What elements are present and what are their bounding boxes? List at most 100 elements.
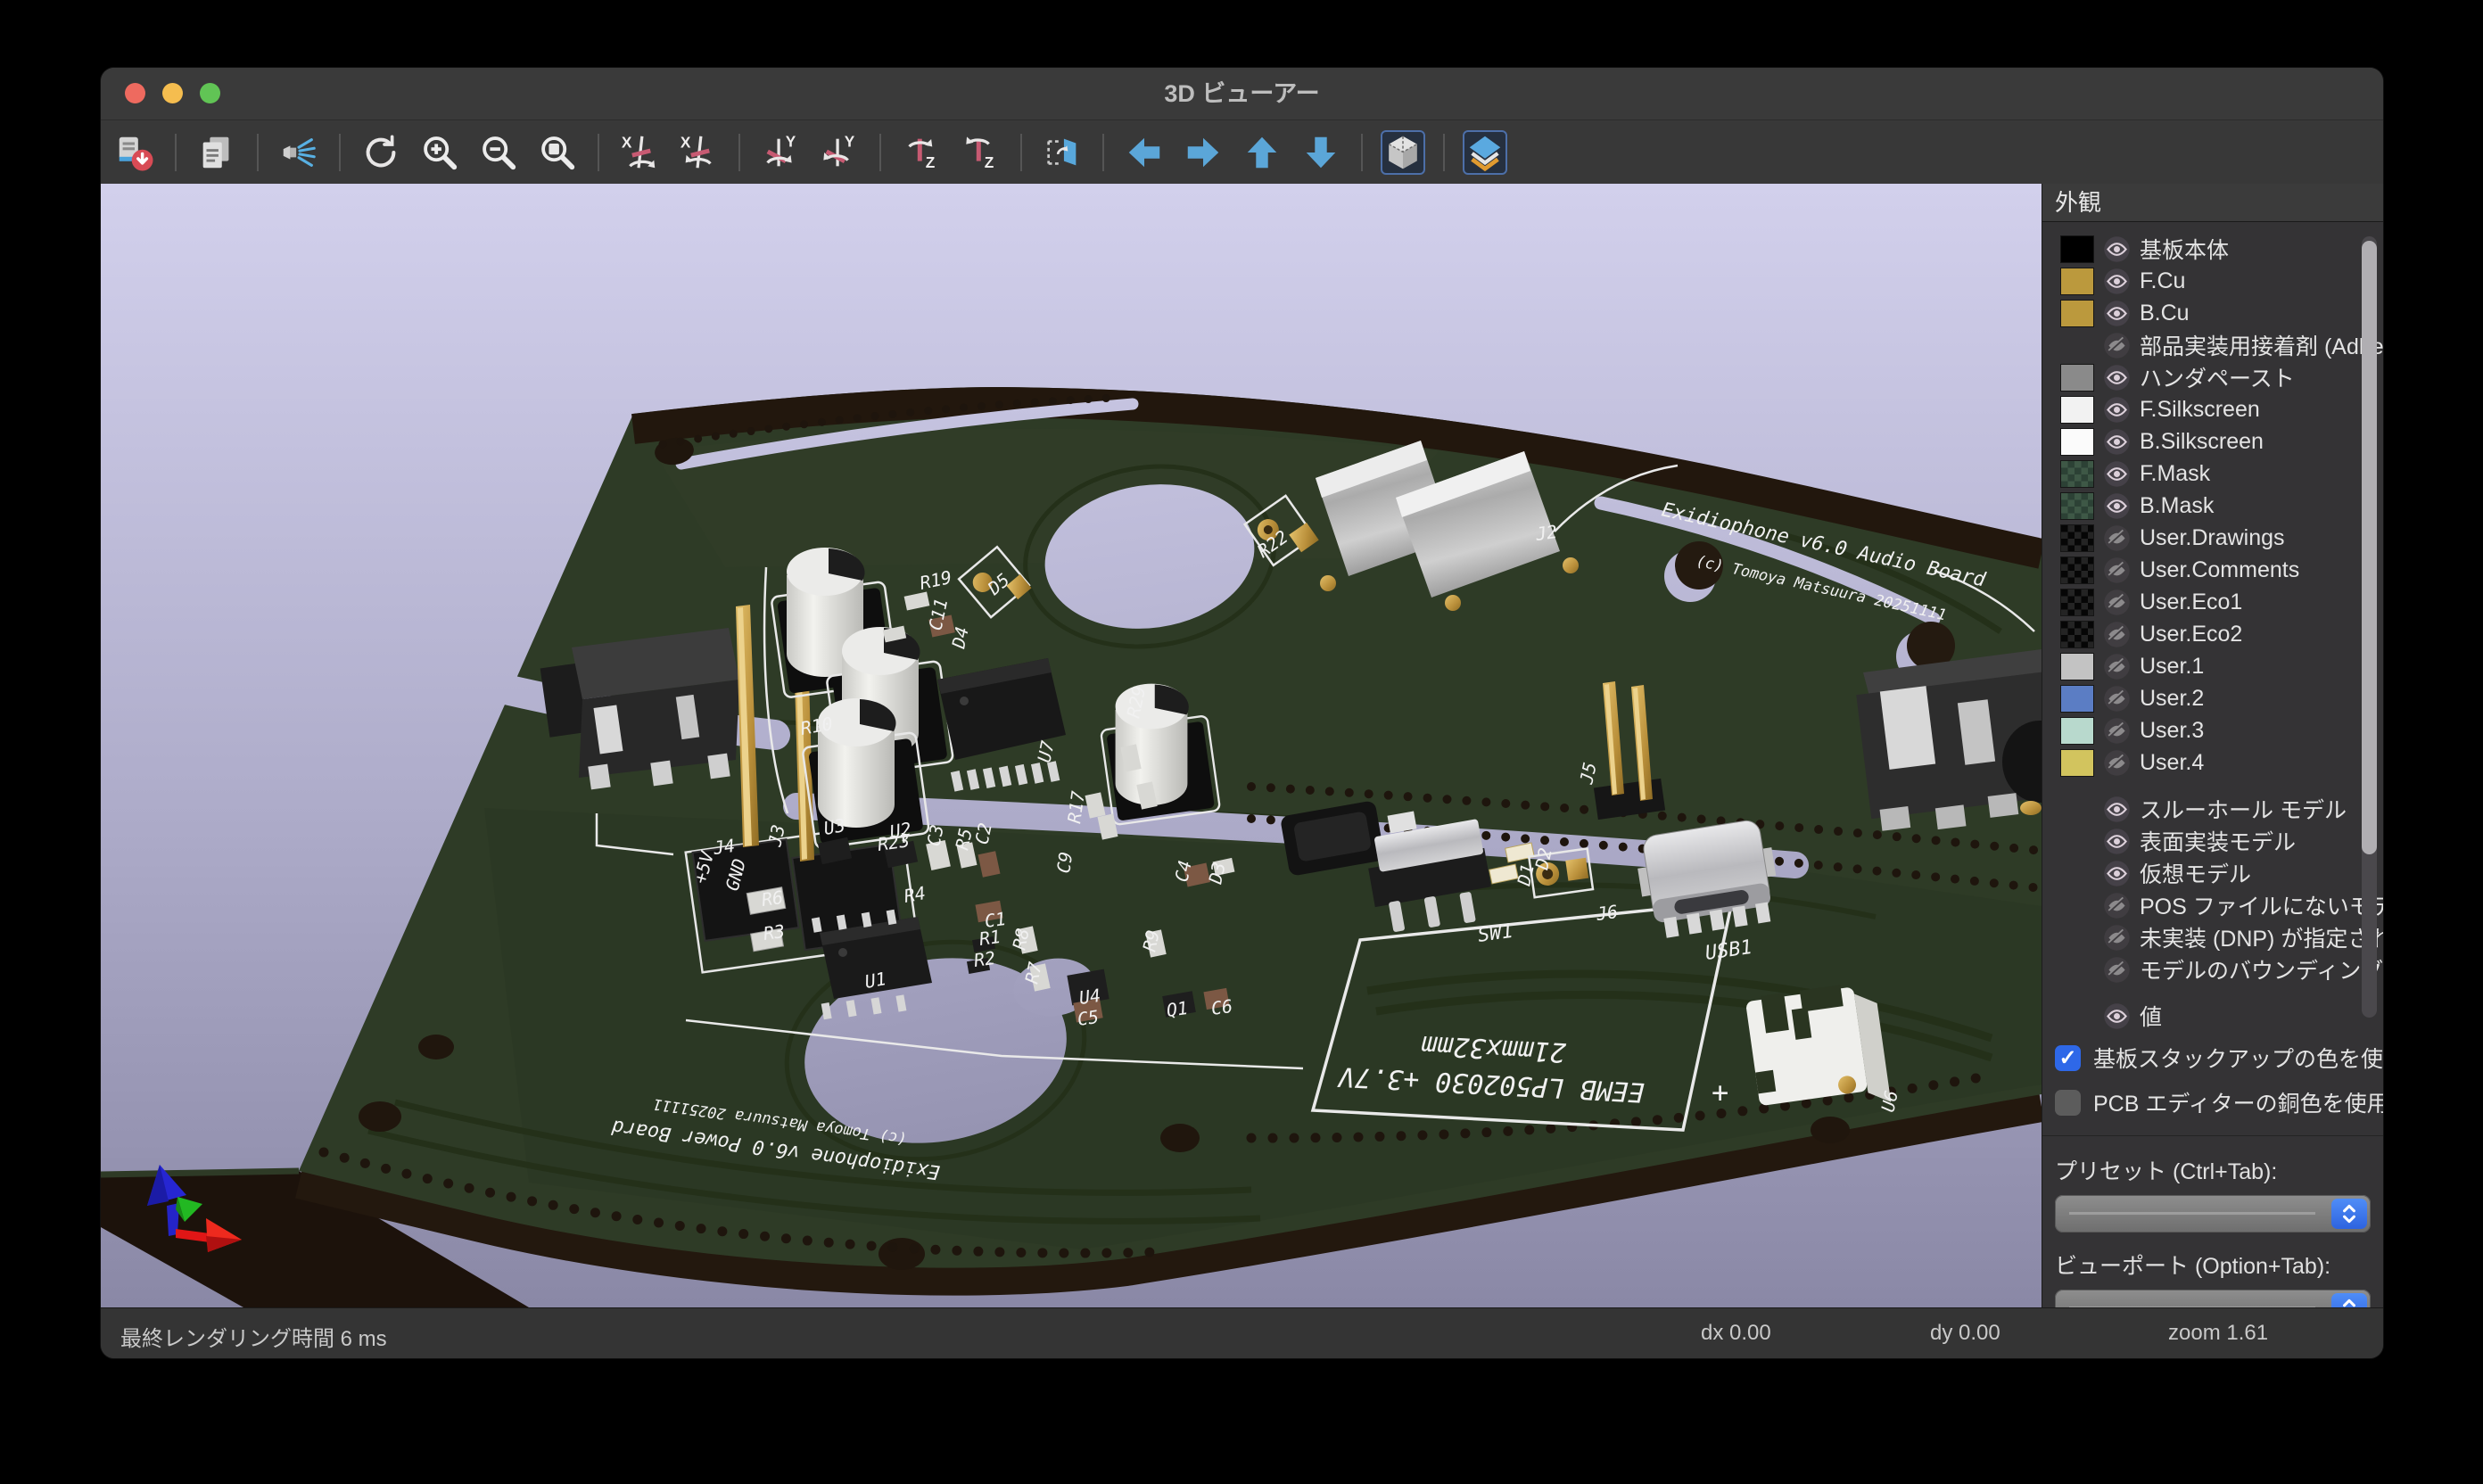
layer-color-swatch[interactable] [2060, 460, 2094, 488]
visibility-on-icon[interactable] [2103, 1002, 2131, 1030]
visibility-off-icon[interactable] [2103, 524, 2131, 552]
viewport-dropdown[interactable] [2055, 1290, 2371, 1307]
model-option-row-表面実装モデル[interactable]: 表面実装モデル [2042, 825, 2383, 857]
model-option-row-スルーホール モデル[interactable]: スルーホール モデル [2042, 793, 2383, 825]
layer-row-部品実装用接着剤 (Adhe[interactable]: 部品実装用接着剤 (Adhe [2042, 329, 2383, 361]
model-option-row-モデルのバウンディング[interactable]: モデルのバウンディング [2042, 953, 2383, 985]
layer-row-ハンダペースト[interactable]: ハンダペースト [2042, 361, 2383, 393]
visibility-on-icon[interactable] [2103, 268, 2131, 295]
layer-color-swatch[interactable] [2060, 621, 2094, 648]
layer-row-User.Eco2[interactable]: User.Eco2 [2042, 618, 2383, 650]
layer-row-User.Drawings[interactable]: User.Drawings [2042, 522, 2383, 554]
stepper-icon[interactable] [2331, 1293, 2367, 1307]
visibility-off-icon[interactable] [2103, 892, 2131, 919]
layer-row-User.Eco1[interactable]: User.Eco1 [2042, 586, 2383, 618]
rotate-x-cw-button[interactable]: X [617, 130, 662, 175]
visibility-on-icon[interactable] [2103, 492, 2131, 520]
rotate-z-cw-button[interactable]: Z [899, 130, 944, 175]
ref-label-R3: R3 [762, 920, 786, 944]
zoom-out-icon [478, 132, 519, 173]
layer-color-swatch[interactable] [2060, 717, 2094, 745]
visibility-on-icon[interactable] [2103, 364, 2131, 392]
render-current-view-button[interactable] [276, 130, 321, 175]
preset-dropdown[interactable] [2055, 1195, 2371, 1233]
layer-row-基板本体[interactable]: 基板本体 [2042, 233, 2383, 265]
visibility-off-icon[interactable] [2103, 685, 2131, 713]
visibility-off-icon[interactable] [2103, 621, 2131, 648]
visibility-off-icon[interactable] [2103, 717, 2131, 745]
layer-color-swatch[interactable] [2060, 524, 2094, 552]
visibility-off-icon[interactable] [2103, 589, 2131, 616]
layer-row-User.1[interactable]: User.1 [2042, 650, 2383, 682]
layer-color-swatch[interactable] [2060, 300, 2094, 327]
move-down-button[interactable] [1299, 130, 1343, 175]
layer-color-swatch[interactable] [2060, 268, 2094, 295]
visibility-on-icon[interactable] [2103, 860, 2131, 887]
redraw-button[interactable] [359, 130, 403, 175]
layer-list: 基板本体F.CuB.Cu部品実装用接着剤 (AdheハンダペーストF.Silks… [2042, 222, 2383, 1035]
move-right-button[interactable] [1181, 130, 1225, 175]
zoom-in-button[interactable] [417, 130, 462, 175]
ref-label-D4: D4 [947, 624, 973, 651]
ref-label-C3: C3 [922, 822, 947, 848]
visibility-off-icon[interactable] [2103, 749, 2131, 777]
layer-row-B.Mask[interactable]: B.Mask [2042, 490, 2383, 522]
layer-row-F.Silkscreen[interactable]: F.Silkscreen [2042, 393, 2383, 425]
layer-color-swatch[interactable] [2060, 492, 2094, 520]
layer-row-F.Mask[interactable]: F.Mask [2042, 458, 2383, 490]
appearance-panel-toggle[interactable] [1463, 130, 1507, 175]
copy-image-button[interactable] [194, 130, 239, 175]
visibility-on-icon[interactable] [2103, 300, 2131, 327]
model-option-row-未実装 (DNP) が指定され[interactable]: 未実装 (DNP) が指定され [2042, 921, 2383, 953]
visibility-on-icon[interactable] [2103, 460, 2131, 488]
layer-row-User.Comments[interactable]: User.Comments [2042, 554, 2383, 586]
visibility-off-icon[interactable] [2103, 653, 2131, 680]
zoom-fit-button[interactable] [535, 130, 580, 175]
rotate-z-ccw-button[interactable]: Z [958, 130, 1002, 175]
stepper-icon[interactable] [2331, 1199, 2367, 1229]
layer-row-B.Cu[interactable]: B.Cu [2042, 297, 2383, 329]
layer-color-swatch[interactable] [2060, 364, 2094, 392]
rotate-y-cw-button[interactable]: Y [758, 130, 803, 175]
layer-color-swatch[interactable] [2060, 556, 2094, 584]
layer-color-swatch[interactable] [2060, 685, 2094, 713]
checkbox-unchecked[interactable] [2055, 1090, 2081, 1116]
visibility-off-icon[interactable] [2103, 556, 2131, 584]
zoom-out-button[interactable] [476, 130, 521, 175]
layer-color-swatch[interactable] [2060, 396, 2094, 424]
layer-color-swatch[interactable] [2060, 428, 2094, 456]
layer-row-F.Cu[interactable]: F.Cu [2042, 265, 2383, 297]
layer-row-User.4[interactable]: User.4 [2042, 746, 2383, 779]
visibility-off-icon[interactable] [2103, 924, 2131, 952]
layer-row-B.Silkscreen[interactable]: B.Silkscreen [2042, 425, 2383, 458]
visibility-on-icon[interactable] [2103, 796, 2131, 823]
rotate-x-ccw-button[interactable]: X [676, 130, 721, 175]
rotate-y-ccw-button[interactable]: Y [817, 130, 862, 175]
model-option-row-POS ファイルにないモデ[interactable]: POS ファイルにないモデ [2042, 889, 2383, 921]
move-up-button[interactable] [1240, 130, 1284, 175]
layer-color-swatch[interactable] [2060, 749, 2094, 777]
3d-viewport[interactable]: Exidiophone v6.0 Audio Board (c) Tomoya … [101, 184, 2042, 1307]
layer-row-User.3[interactable]: User.3 [2042, 714, 2383, 746]
checkbox-row-基板スタックアップの色を使用[interactable]: ✓基板スタックアップの色を使用 [2042, 1035, 2383, 1080]
layer-row-User.2[interactable]: User.2 [2042, 682, 2383, 714]
layer-color-swatch[interactable] [2060, 653, 2094, 680]
checkbox-row-PCB エディターの銅色を使用[interactable]: PCB エディターの銅色を使用 [2042, 1080, 2383, 1125]
visibility-off-icon[interactable] [2103, 332, 2131, 359]
export-image-button[interactable] [112, 130, 157, 175]
visibility-off-icon[interactable] [2103, 956, 2131, 984]
model-option-row-仮想モデル[interactable]: 仮想モデル [2042, 857, 2383, 889]
value-row-値[interactable]: 値 [2042, 1000, 2383, 1032]
move-left-button[interactable] [1122, 130, 1167, 175]
layer-color-swatch[interactable] [2060, 589, 2094, 616]
visibility-on-icon[interactable] [2103, 235, 2131, 263]
title-bar[interactable]: 3D ビューアー [101, 68, 2383, 120]
layer-color-swatch[interactable] [2060, 235, 2094, 263]
visibility-on-icon[interactable] [2103, 828, 2131, 855]
flip-board-button[interactable] [1040, 130, 1085, 175]
visibility-on-icon[interactable] [2103, 428, 2131, 456]
orthographic-projection-toggle[interactable] [1381, 130, 1425, 175]
checkbox-checked[interactable]: ✓ [2055, 1045, 2081, 1071]
scrollbar-thumb[interactable] [2362, 241, 2377, 854]
visibility-on-icon[interactable] [2103, 396, 2131, 424]
